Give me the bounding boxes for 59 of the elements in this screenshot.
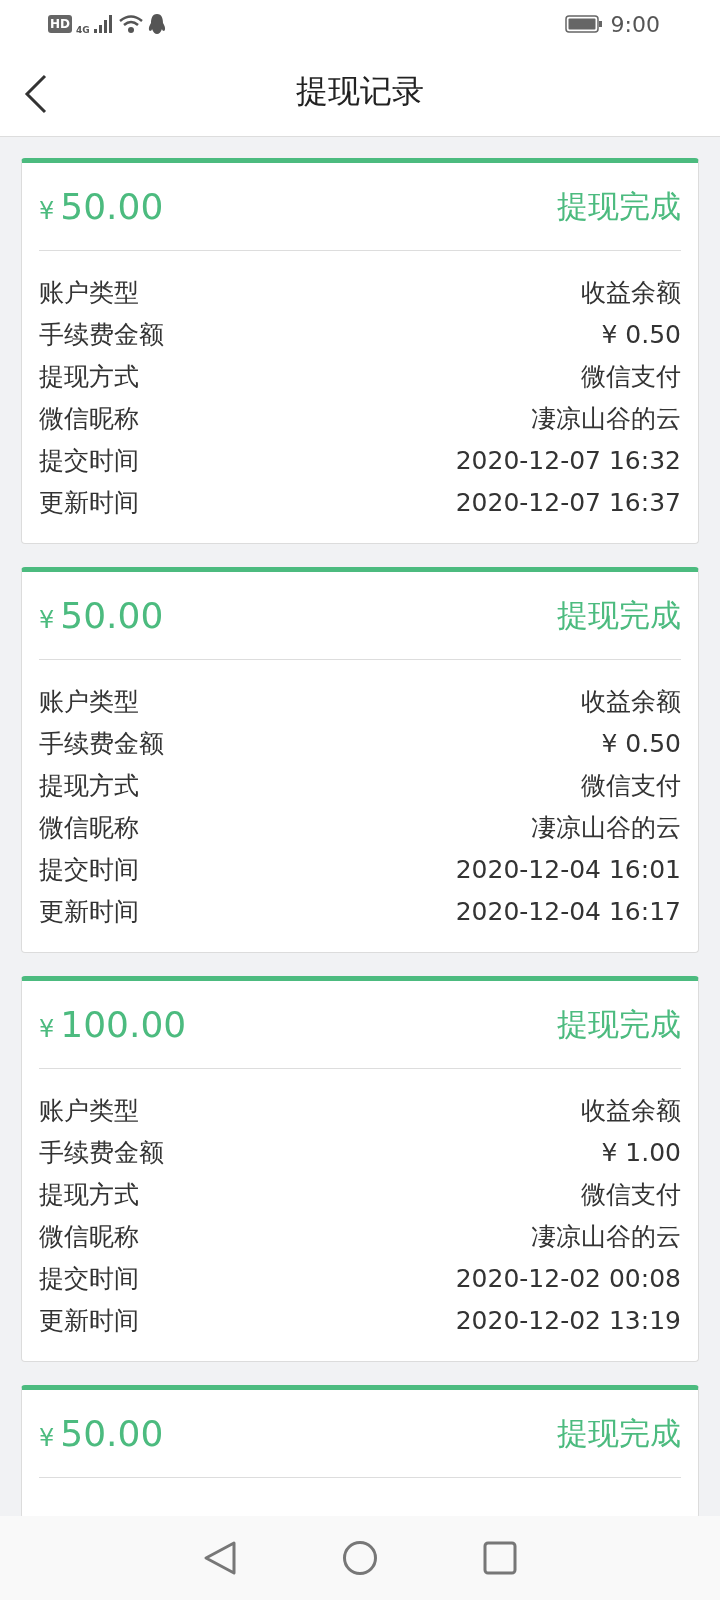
field-value: 凄凉山谷的云 (531, 1220, 681, 1253)
field-value: 凄凉山谷的云 (531, 811, 681, 844)
field-value: 2020-12-07 16:32 (455, 445, 681, 475)
withdrawal-status: 提现完成 (557, 1413, 681, 1453)
hd-badge: HD (48, 15, 72, 33)
field-label: 更新时间 (39, 486, 139, 519)
field-label: 微信昵称 (39, 811, 139, 844)
recent-apps-icon[interactable] (483, 1541, 517, 1575)
field-value: 2020-12-07 16:37 (455, 487, 681, 517)
page-title: 提现记录 (296, 71, 424, 112)
back-icon[interactable] (24, 74, 48, 114)
signal-icon (93, 15, 114, 33)
field-value: 微信支付 (581, 769, 681, 802)
home-icon[interactable] (342, 1540, 378, 1576)
field-value: 凄凉山谷的云 (531, 402, 681, 435)
field-label: 更新时间 (39, 1304, 139, 1337)
withdrawal-amount: 50.00 (60, 1413, 165, 1454)
field-label: 账户类型 (39, 685, 139, 718)
field-label: 提现方式 (39, 360, 139, 393)
field-value: ¥ 0.50 (601, 728, 681, 758)
field-value: ¥ 1.00 (601, 1137, 681, 1167)
field-label: 提现方式 (39, 769, 139, 802)
withdrawal-amount: 100.00 (60, 1004, 188, 1045)
field-label: 账户类型 (39, 1094, 139, 1127)
currency-symbol: ¥ (39, 605, 55, 634)
withdrawal-status: 提现完成 (557, 186, 681, 226)
wifi-icon (117, 14, 144, 34)
field-label: 手续费金额 (39, 727, 164, 760)
field-value: 2020-12-04 16:01 (455, 854, 681, 884)
withdrawal-amount: 50.00 (60, 186, 165, 227)
field-value: 微信支付 (581, 360, 681, 393)
field-label: 提交时间 (39, 444, 139, 477)
field-label: 手续费金额 (39, 1136, 164, 1169)
withdrawal-status: 提现完成 (557, 595, 681, 635)
field-label: 账户类型 (39, 276, 139, 309)
currency-symbol: ¥ (39, 1014, 55, 1043)
field-value: 微信支付 (581, 1178, 681, 1211)
field-value: 收益余额 (581, 685, 681, 718)
field-label: 更新时间 (39, 895, 139, 928)
field-value: 2020-12-02 00:08 (455, 1263, 681, 1293)
currency-symbol: ¥ (39, 1423, 55, 1452)
field-label: 微信昵称 (39, 402, 139, 435)
field-label: 微信昵称 (39, 1220, 139, 1253)
penguin-icon (147, 13, 166, 35)
currency-symbol: ¥ (39, 196, 55, 225)
clock-time: 9:00 (610, 11, 660, 37)
field-value: 2020-12-04 16:17 (455, 896, 681, 926)
field-label: 手续费金额 (39, 318, 164, 351)
field-value: 收益余额 (581, 276, 681, 309)
battery-icon (564, 15, 603, 33)
field-label: 提交时间 (39, 1262, 139, 1295)
field-value: 2020-12-02 13:19 (455, 1305, 681, 1335)
field-value: ¥ 0.50 (601, 319, 681, 349)
field-label: 提现方式 (39, 1178, 139, 1211)
field-value: 收益余额 (581, 1094, 681, 1127)
withdrawal-status: 提现完成 (557, 1004, 681, 1044)
field-label: 提交时间 (39, 853, 139, 886)
withdrawal-amount: 50.00 (60, 595, 165, 636)
network-type: 4G (76, 25, 90, 35)
